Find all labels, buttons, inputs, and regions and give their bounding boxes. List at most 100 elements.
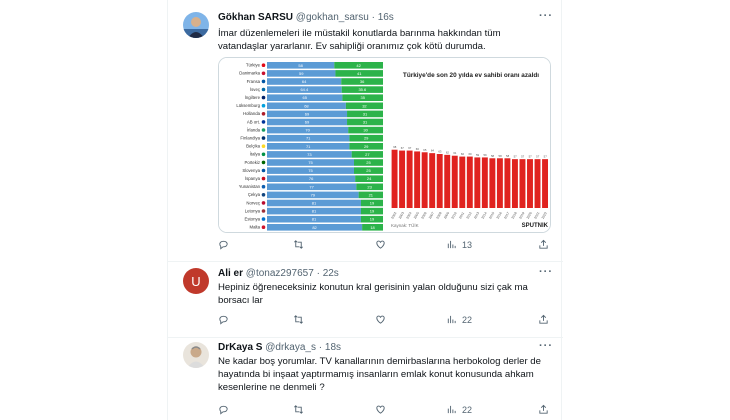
tweet-text: Ne kadar boş yorumlar. TV kanallarının d… [218, 356, 541, 393]
views-button[interactable]: 22 [446, 404, 472, 415]
chart-title: Türkiye'de son 20 yılda ev sahibi oranı … [402, 72, 540, 79]
data-label: 81 [312, 217, 317, 222]
bar [504, 158, 511, 208]
country-label: Malta [249, 225, 260, 230]
data-label: 23 [367, 184, 372, 189]
bar [481, 157, 488, 208]
share-button[interactable] [538, 239, 549, 250]
author-name[interactable]: Ali er [218, 268, 243, 279]
views-button[interactable]: 13 [446, 239, 472, 250]
country-label: Danimarka [239, 71, 260, 76]
more-options-icon[interactable]: ··· [539, 10, 553, 22]
heart-icon [376, 405, 385, 414]
trend-chart-svg: 6820026720036720046620056520066420076320… [387, 58, 550, 232]
data-label: 24 [367, 176, 372, 181]
author-name[interactable]: Gökhan SARSU [218, 12, 293, 23]
data-label: 61 [453, 151, 457, 155]
more-options-icon[interactable]: ··· [539, 340, 553, 352]
data-label: 71 [306, 144, 311, 149]
bar [406, 150, 413, 208]
author-handle[interactable]: @drkaya_s [265, 342, 316, 353]
data-label: 57 [514, 155, 518, 159]
bar [451, 155, 458, 208]
retweet-button[interactable] [293, 314, 304, 325]
data-label: 65 [302, 95, 307, 100]
like-button[interactable] [375, 404, 386, 415]
data-label: 60 [461, 152, 465, 156]
country-label: Letonya [245, 208, 261, 213]
data-label: 68 [304, 103, 309, 108]
bar [489, 158, 496, 208]
data-label: 77 [309, 184, 314, 189]
tweet-time[interactable]: 22s [323, 268, 339, 279]
share-button[interactable] [538, 314, 549, 325]
views-icon [447, 240, 456, 249]
avatar[interactable] [183, 12, 209, 38]
country-label: Portekiz [244, 160, 260, 165]
data-label: 63 [438, 150, 442, 154]
bar [414, 151, 421, 208]
reply-button[interactable] [218, 404, 229, 415]
tweet-drkaya[interactable]: DrKaya S @drkaya_s · 18s ··· Ne kadar bo… [168, 338, 563, 420]
data-label: 81 [312, 201, 317, 206]
tweet-ali[interactable]: U Ali er @tonaz297657 · 22s ··· Hepiniz … [168, 262, 563, 338]
tweet-gokhan[interactable]: Gökhan SARSU @gokhan_sarsu · 16s ··· İma… [168, 0, 563, 262]
data-label: 41 [357, 71, 362, 76]
tweet-header: Ali er @tonaz297657 · 22s [218, 268, 339, 279]
data-label: 30 [363, 128, 368, 133]
data-label: 59 [299, 71, 304, 76]
avatar[interactable]: U [183, 268, 209, 294]
tweet-header: DrKaya S @drkaya_s · 18s [218, 342, 342, 353]
tweet-actions: 22 [218, 314, 548, 328]
views-icon [447, 405, 456, 414]
data-label: 65 [423, 148, 427, 152]
tweet-time[interactable]: 18s [325, 342, 341, 353]
country-label: İsveç [250, 87, 261, 92]
country-flag [261, 79, 266, 84]
data-label: 18 [370, 225, 375, 230]
ownership-chart-svg: Türkiye 58 42 Danimarka 59 41 Fransa 64 36 İsveç 6… [219, 58, 386, 232]
data-label: 67 [401, 146, 405, 150]
retweet-icon [294, 315, 303, 324]
retweet-icon [294, 240, 303, 249]
views-button[interactable]: 22 [446, 314, 472, 325]
author-handle[interactable]: @gokhan_sarsu [296, 12, 369, 23]
country-label: Hollanda [243, 111, 261, 116]
data-label: 69 [305, 120, 310, 125]
tweet-media[interactable]: Türkiye 58 42 Danimarka 59 41 Fransa 64 36 İsveç 6… [218, 57, 551, 233]
data-label: 31 [363, 111, 368, 116]
country-flag [261, 112, 266, 116]
data-label: 64.4 [300, 87, 309, 92]
author-handle[interactable]: @tonaz297657 [246, 268, 314, 279]
share-button[interactable] [538, 404, 549, 415]
data-label: 57 [529, 155, 533, 159]
reply-button[interactable] [218, 314, 229, 325]
like-button[interactable] [375, 239, 386, 250]
tweet-actions: 13 [218, 239, 548, 253]
bar [474, 157, 481, 208]
data-label: 76 [309, 176, 314, 181]
retweet-button[interactable] [293, 404, 304, 415]
share-icon [539, 404, 548, 414]
brand-logo: SPUTNIK [521, 223, 548, 229]
like-button[interactable] [375, 314, 386, 325]
data-label: 60 [468, 152, 472, 156]
country-label: Norveç [246, 200, 260, 205]
country-label: İspanya [245, 176, 261, 181]
avatar[interactable] [183, 342, 209, 368]
data-label: 64 [431, 149, 435, 153]
heart-icon [376, 315, 385, 324]
author-name[interactable]: DrKaya S [218, 342, 262, 353]
country-flag [261, 184, 266, 189]
country-label: Finlandiya [240, 136, 260, 141]
data-label: 58 [298, 63, 303, 68]
reply-button[interactable] [218, 239, 229, 250]
tweet-time[interactable]: 16s [378, 12, 394, 23]
bar [421, 152, 428, 208]
tweet-text: Hepiniz öğreneceksiniz konutun kral geri… [218, 282, 528, 306]
more-options-icon[interactable]: ··· [539, 266, 553, 278]
avatar-letter: U [191, 273, 201, 289]
reply-icon [219, 240, 228, 250]
retweet-button[interactable] [293, 239, 304, 250]
country-label: Çekya [248, 192, 261, 197]
